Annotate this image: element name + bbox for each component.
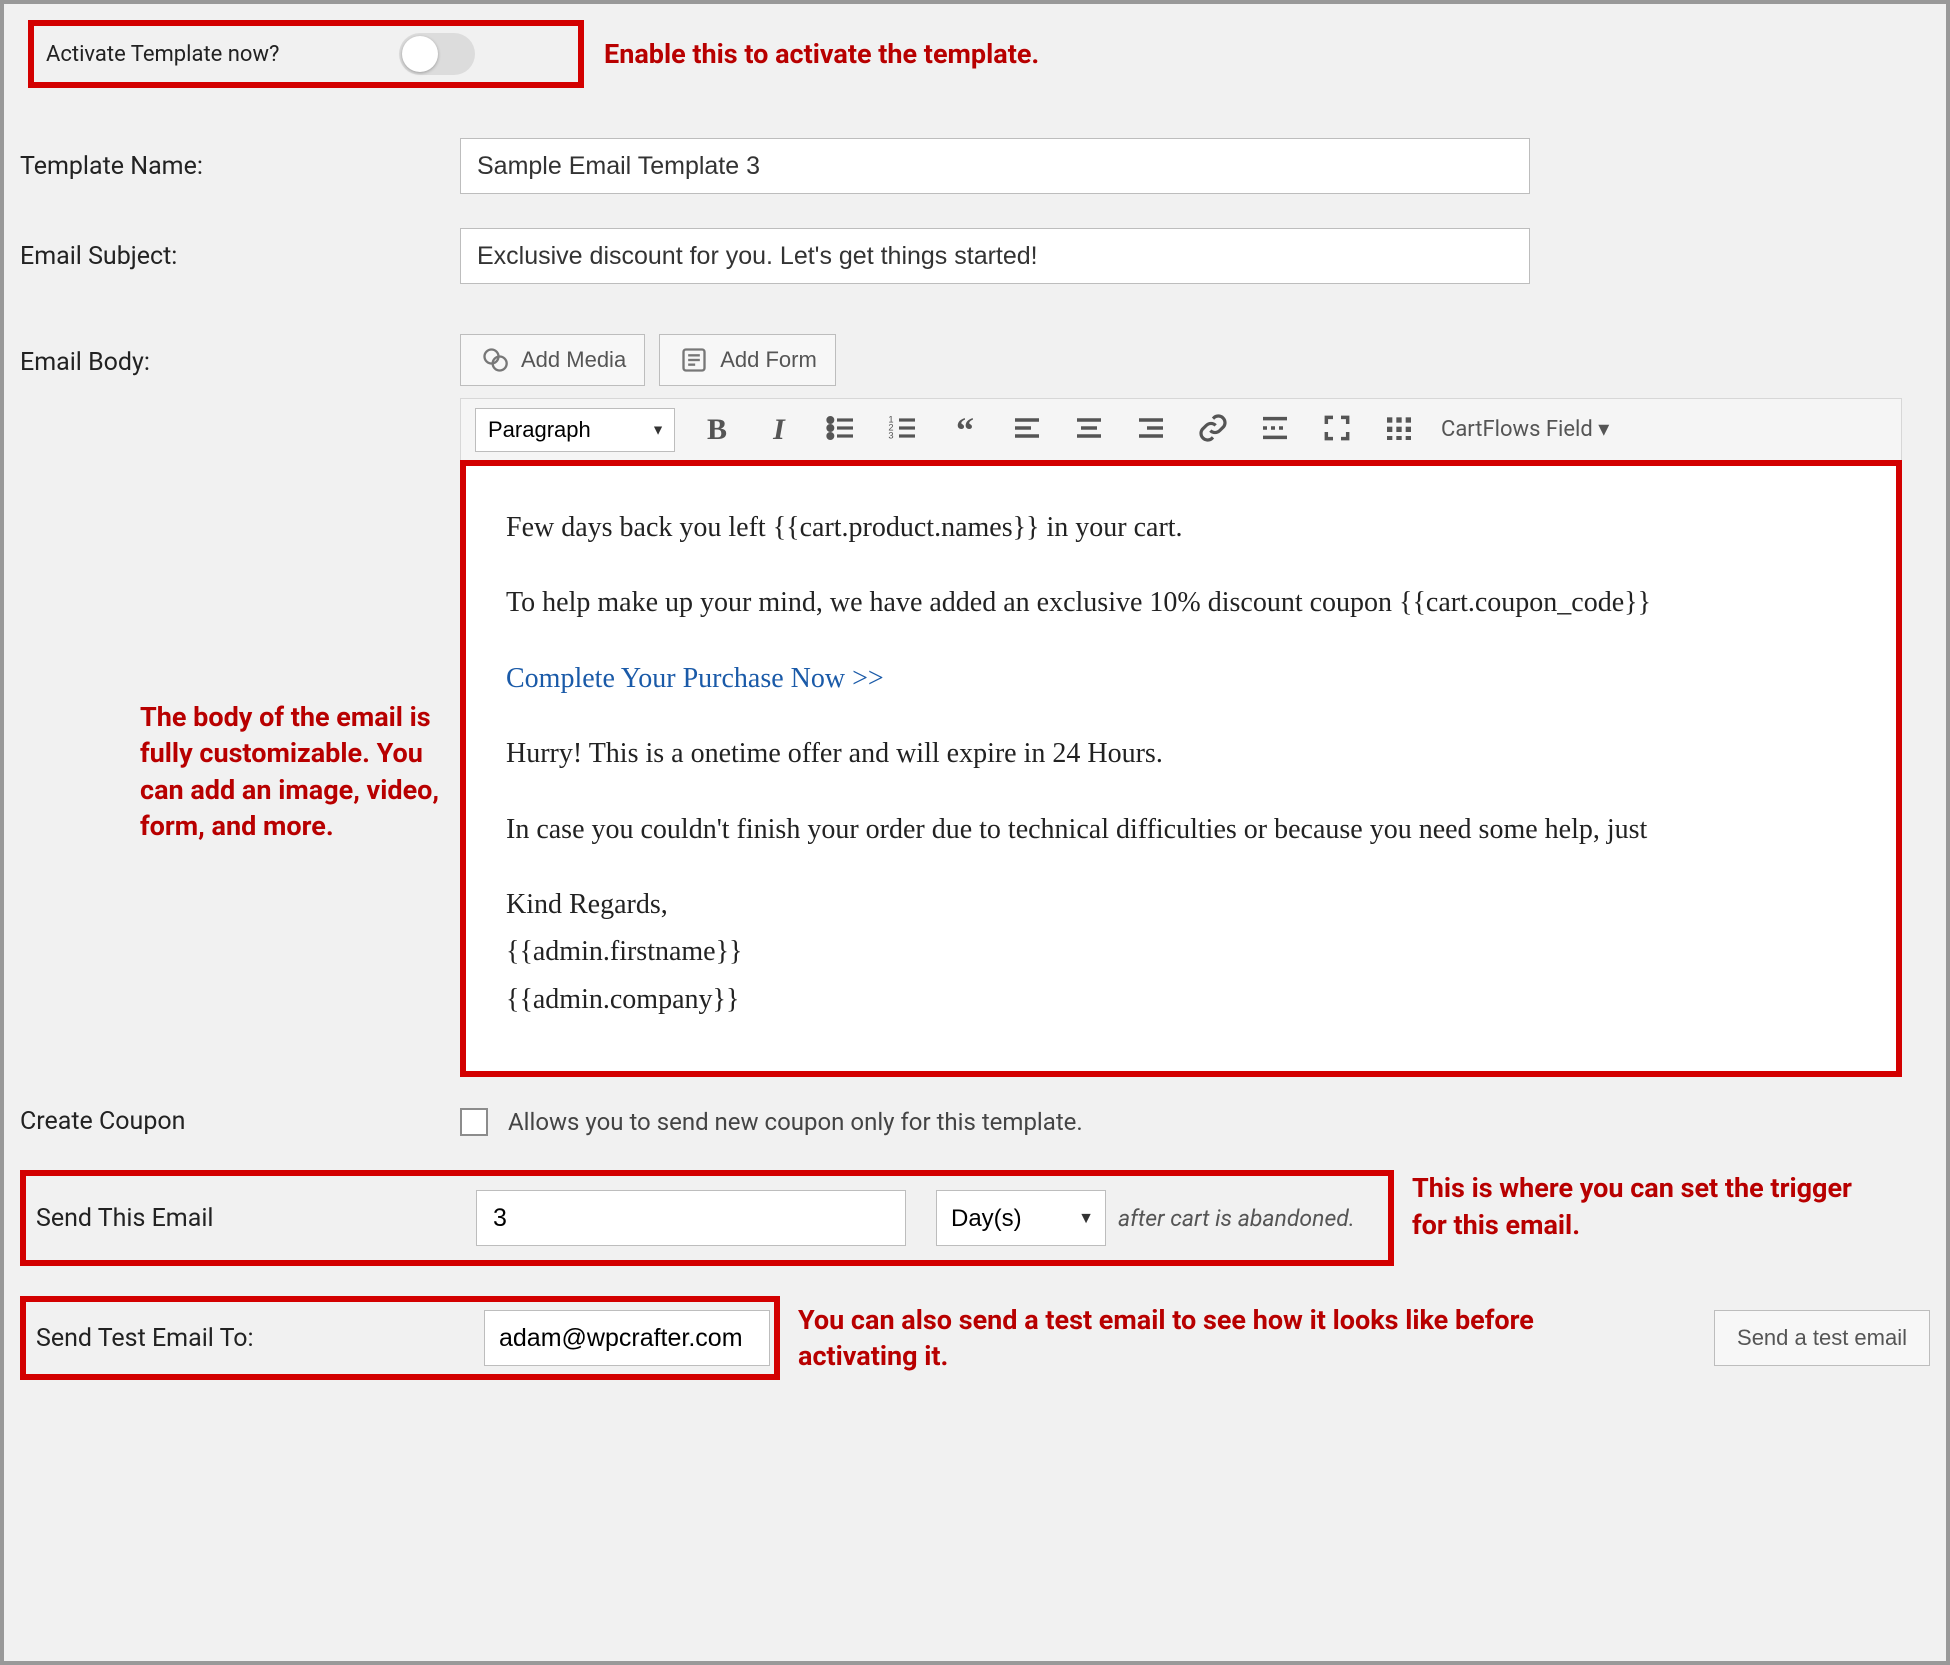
create-coupon-label: Create Coupon bbox=[20, 1107, 460, 1136]
add-media-label: Add Media bbox=[521, 347, 626, 373]
align-right-icon bbox=[1135, 412, 1167, 444]
cartflows-field-label: CartFlows Field ▾ bbox=[1441, 417, 1609, 442]
cartflows-field-dropdown[interactable]: CartFlows Field ▾ bbox=[1441, 417, 1609, 442]
add-form-button[interactable]: Add Form bbox=[659, 334, 836, 386]
quote-button[interactable]: “ bbox=[945, 410, 985, 450]
template-name-input[interactable] bbox=[460, 138, 1530, 194]
bold-icon: B bbox=[701, 414, 733, 446]
body-line-4: In case you couldn't finish your order d… bbox=[506, 808, 1856, 851]
readmore-button[interactable] bbox=[1255, 408, 1295, 451]
add-form-label: Add Form bbox=[720, 347, 817, 373]
body-line-6: {{admin.firstname}} bbox=[506, 930, 1856, 973]
align-center-icon bbox=[1073, 412, 1105, 444]
fullscreen-icon bbox=[1321, 412, 1353, 444]
send-test-label: Send Test Email To: bbox=[36, 1324, 484, 1353]
send-email-box: Send This Email Day(s) after cart is aba… bbox=[20, 1170, 1394, 1266]
send-test-annotation: You can also send a test email to see ho… bbox=[798, 1302, 1558, 1375]
italic-icon: I bbox=[763, 414, 795, 446]
svg-text:3: 3 bbox=[888, 431, 893, 441]
form-icon bbox=[678, 344, 710, 376]
format-select[interactable]: Paragraph bbox=[475, 408, 675, 452]
create-coupon-desc: Allows you to send new coupon only for t… bbox=[508, 1108, 1083, 1136]
send-test-button[interactable]: Send a test email bbox=[1714, 1310, 1930, 1366]
send-email-after-text: after cart is abandoned. bbox=[1118, 1205, 1355, 1232]
link-button[interactable] bbox=[1193, 408, 1233, 451]
complete-purchase-link[interactable]: Complete Your Purchase Now >> bbox=[506, 663, 884, 694]
email-subject-label: Email Subject: bbox=[20, 228, 460, 271]
send-test-input[interactable] bbox=[484, 1310, 770, 1366]
italic-button[interactable]: I bbox=[759, 410, 799, 450]
link-icon bbox=[1197, 412, 1229, 444]
bold-button[interactable]: B bbox=[697, 410, 737, 450]
send-email-value-input[interactable] bbox=[476, 1190, 906, 1246]
readmore-icon bbox=[1259, 412, 1291, 444]
email-subject-input[interactable] bbox=[460, 228, 1530, 284]
activate-box: Activate Template now? bbox=[28, 20, 584, 88]
email-body-annotation: The body of the email is fully customiza… bbox=[140, 699, 450, 845]
send-test-button-label: Send a test email bbox=[1737, 1325, 1907, 1350]
activate-annotation: Enable this to activate the template. bbox=[604, 36, 1039, 72]
editor-toolbar: Paragraph B I 123 “ CartFlows Field ▾ bbox=[460, 398, 1902, 460]
send-email-label: Send This Email bbox=[36, 1204, 476, 1233]
ol-button[interactable]: 123 bbox=[883, 408, 923, 451]
email-body-editor[interactable]: Few days back you left {{cart.product.na… bbox=[460, 460, 1902, 1077]
body-line-7: {{admin.company}} bbox=[506, 978, 1856, 1021]
add-media-button[interactable]: Add Media bbox=[460, 334, 645, 386]
body-line-2: To help make up your mind, we have added… bbox=[506, 581, 1856, 624]
template-name-label: Template Name: bbox=[20, 138, 460, 181]
align-left-icon bbox=[1011, 412, 1043, 444]
media-icon bbox=[479, 344, 511, 376]
toolbar-toggle-icon bbox=[1383, 412, 1415, 444]
create-coupon-checkbox[interactable] bbox=[460, 1108, 488, 1136]
fullscreen-button[interactable] bbox=[1317, 408, 1357, 451]
toolbar-toggle-button[interactable] bbox=[1379, 408, 1419, 451]
body-line-1: Few days back you left {{cart.product.na… bbox=[506, 506, 1856, 549]
body-line-5: Kind Regards, bbox=[506, 883, 1856, 926]
send-email-annotation: This is where you can set the trigger fo… bbox=[1412, 1170, 1852, 1243]
send-test-box: Send Test Email To: bbox=[20, 1296, 780, 1380]
ul-button[interactable] bbox=[821, 408, 861, 451]
align-right-button[interactable] bbox=[1131, 408, 1171, 451]
ul-icon bbox=[825, 412, 857, 444]
body-line-3: Hurry! This is a onetime offer and will … bbox=[506, 732, 1856, 775]
send-email-unit-select[interactable]: Day(s) bbox=[936, 1190, 1106, 1246]
align-center-button[interactable] bbox=[1069, 408, 1109, 451]
email-body-label: Email Body: bbox=[20, 334, 460, 377]
activate-label: Activate Template now? bbox=[46, 42, 279, 67]
activate-toggle[interactable] bbox=[399, 33, 475, 75]
ol-icon: 123 bbox=[887, 412, 919, 444]
align-left-button[interactable] bbox=[1007, 408, 1047, 451]
quote-icon: “ bbox=[949, 414, 981, 446]
